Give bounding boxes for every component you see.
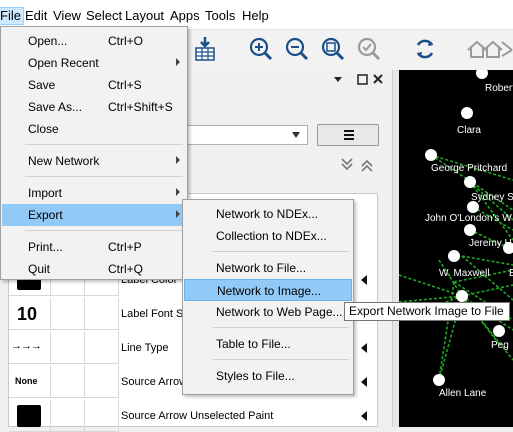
file-menu: Open... Ctrl+O Open Recent Save Ctrl+S S…	[0, 26, 188, 280]
menu-layout[interactable]: Layout	[125, 8, 164, 24]
collapse-expand-controls[interactable]	[340, 157, 376, 173]
collapse-all-icon	[361, 159, 373, 172]
expand-all-icon	[341, 158, 353, 171]
hamburger-icon	[344, 130, 354, 140]
menu-item-open[interactable]: Open... Ctrl+O	[2, 30, 186, 52]
menu-edit[interactable]: Edit	[25, 8, 47, 24]
zoom-fit-icon[interactable]	[320, 36, 346, 62]
expand-arrow-icon[interactable]	[361, 377, 367, 387]
node-label: Robert	[485, 83, 513, 94]
node-label: George Pritchard	[431, 163, 508, 174]
menu-item-new-network[interactable]: New Network	[2, 150, 186, 172]
network-canvas[interactable]: Robert Clara George Pritchard Sydney S J…	[399, 70, 513, 427]
menu-separator	[213, 359, 349, 360]
export-network-to-image[interactable]: Network to Image...	[184, 279, 352, 301]
export-submenu: Network to NDEx... Collection to NDEx...…	[182, 199, 354, 395]
menu-item-print[interactable]: Print... Ctrl+P	[2, 236, 186, 258]
menu-item-quit[interactable]: Quit Ctrl+Q	[2, 258, 186, 280]
style-options-button[interactable]	[317, 124, 379, 146]
close-panel-icon	[373, 74, 383, 84]
node-label: Sydney S	[471, 192, 513, 203]
menu-separator	[213, 327, 349, 328]
node-label: Peg	[491, 340, 509, 351]
menu-item-close[interactable]: Close	[2, 118, 186, 140]
submenu-arrow-icon	[176, 58, 180, 66]
submenu-arrow-icon	[176, 156, 180, 164]
menu-apps[interactable]: Apps	[170, 8, 200, 24]
menu-file[interactable]: File	[0, 7, 24, 25]
zoom-out-icon[interactable]	[284, 36, 310, 62]
menu-item-open-recent[interactable]: Open Recent	[2, 52, 186, 74]
submenu-arrow-icon	[176, 188, 180, 196]
font-size-preview: 10	[17, 304, 38, 324]
menu-item-export[interactable]: Export	[2, 204, 186, 226]
submenu-arrow-icon	[176, 210, 180, 218]
menu-view[interactable]: View	[53, 8, 81, 24]
menu-tools[interactable]: Tools	[205, 8, 235, 24]
expand-arrow-icon[interactable]	[361, 275, 367, 285]
node-label: W. Maxwell	[439, 268, 490, 279]
export-collection-to-ndex[interactable]: Collection to NDEx...	[184, 225, 352, 247]
menu-help[interactable]: Help	[242, 8, 269, 24]
import-table-icon[interactable]	[192, 36, 218, 62]
menu-select[interactable]: Select	[86, 8, 122, 24]
menu-separator	[25, 230, 183, 231]
node-label: E	[509, 268, 513, 279]
node-label: Jeremy H	[469, 238, 512, 249]
zoom-in-icon[interactable]	[248, 36, 274, 62]
export-table-to-file[interactable]: Table to File...	[184, 333, 352, 355]
arrow-shape-preview: None	[15, 376, 38, 386]
panel-window-controls	[334, 74, 383, 85]
menu-separator	[25, 144, 183, 145]
menu-separator	[25, 176, 183, 177]
export-styles-to-file[interactable]: Styles to File...	[184, 365, 352, 387]
menu-item-save[interactable]: Save Ctrl+S	[2, 74, 186, 96]
panel-menu-icon	[334, 77, 342, 82]
menu-separator	[213, 251, 349, 252]
expand-arrow-icon[interactable]	[361, 343, 367, 353]
chevron-down-icon	[292, 132, 300, 138]
export-network-to-web-page[interactable]: Network to Web Page...	[184, 301, 352, 323]
style-dropdown[interactable]	[186, 125, 308, 145]
table-row[interactable]: Source Arrow Unselected Paint	[9, 400, 377, 432]
export-network-to-ndex[interactable]: Network to NDEx...	[184, 203, 352, 225]
network-overflow-icon[interactable]	[500, 36, 513, 62]
export-network-to-file[interactable]: Network to File...	[184, 257, 352, 279]
node-label: John O'London's W	[425, 213, 512, 224]
arrow-paint-preview	[17, 405, 41, 427]
node-label: Clara	[457, 125, 481, 136]
property-name: Source Arrow Unselected Paint	[121, 410, 274, 422]
float-panel-icon	[357, 74, 368, 85]
node-label: Allen Lane	[439, 388, 487, 399]
splitter[interactable]	[392, 70, 399, 427]
tooltip: Export Network Image to File	[344, 302, 510, 321]
expand-arrow-icon[interactable]	[361, 411, 367, 421]
refresh-icon[interactable]	[412, 36, 438, 62]
menu-item-save-as[interactable]: Save As... Ctrl+Shift+S	[2, 96, 186, 118]
zoom-selected-icon[interactable]	[356, 36, 382, 62]
menu-item-import[interactable]: Import	[2, 182, 186, 204]
line-type-preview: →→→	[11, 340, 42, 352]
property-name: Line Type	[121, 342, 169, 354]
